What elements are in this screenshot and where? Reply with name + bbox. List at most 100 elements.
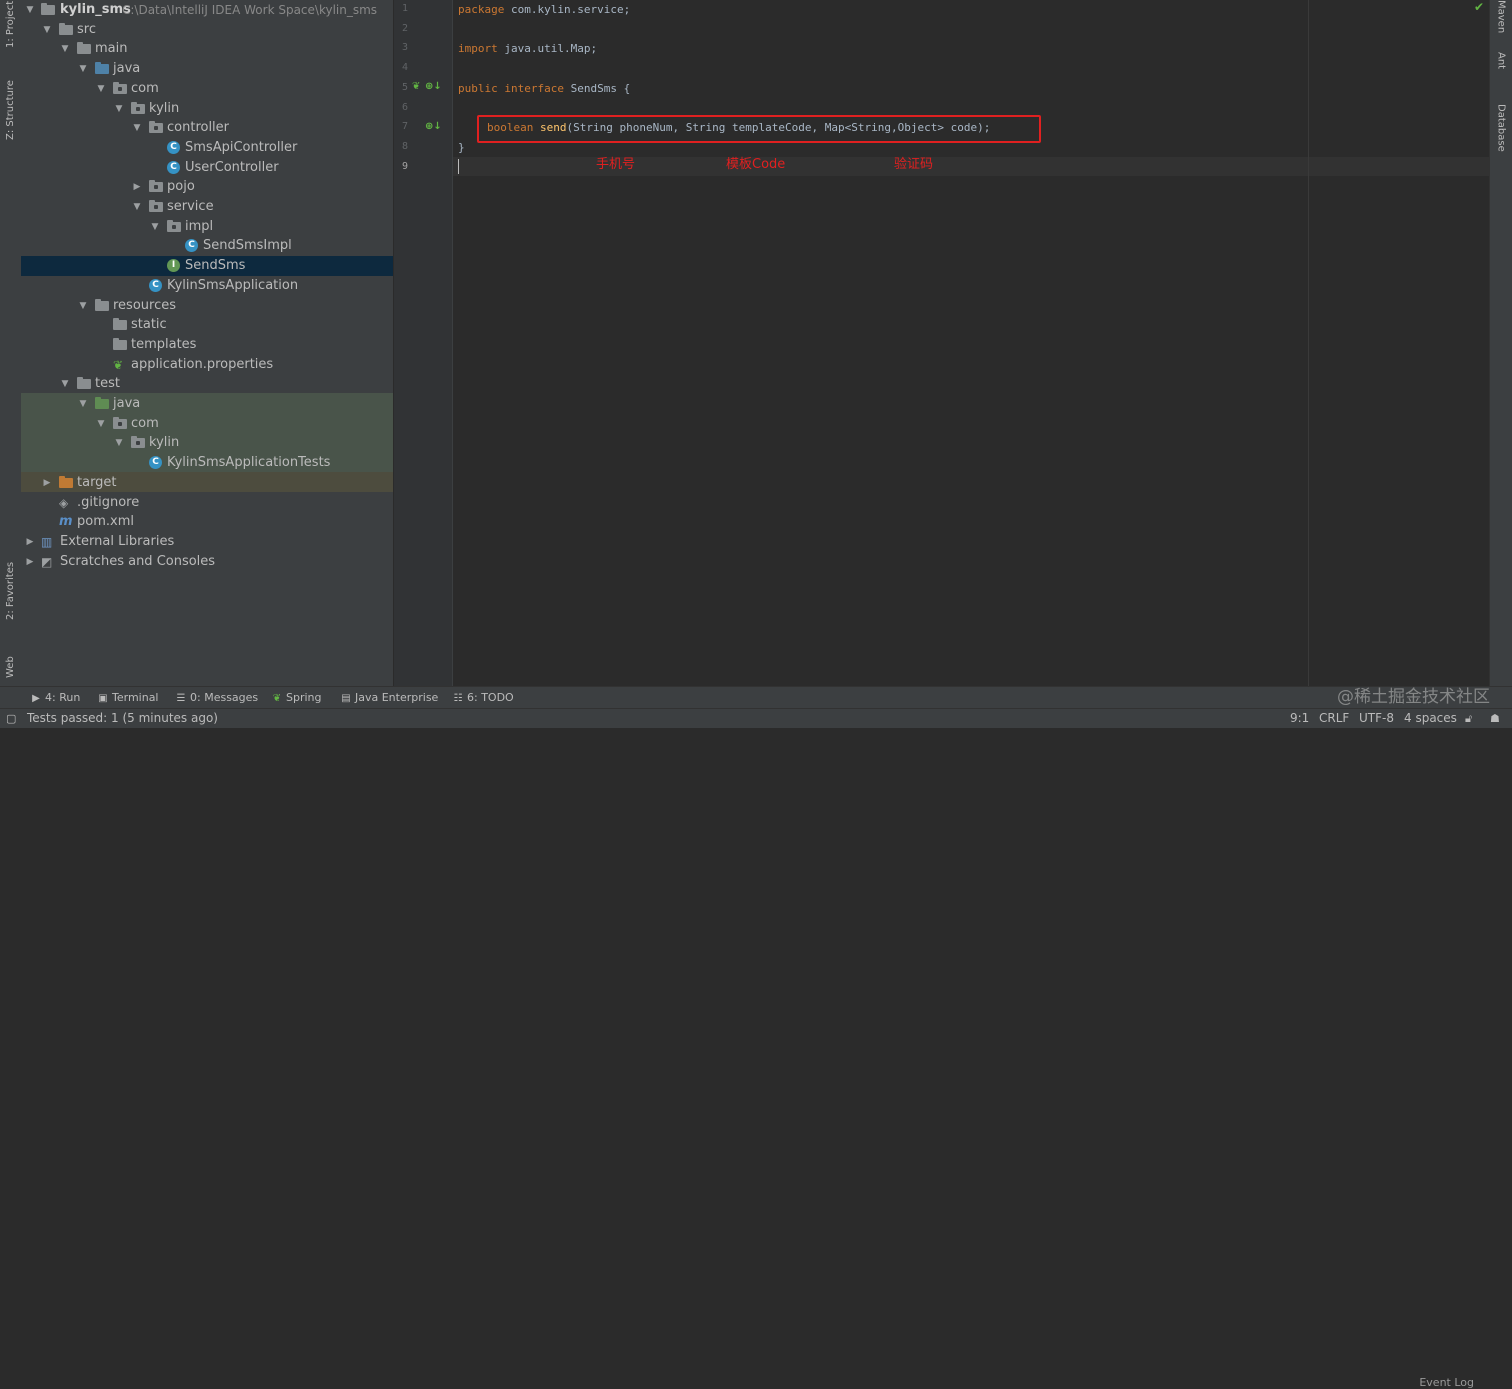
left-tool-strip: 1: Project Z: Structure 2: Favorites Web — [0, 0, 22, 686]
tree-item-src[interactable]: ▼ src — [21, 20, 393, 40]
expand-arrow-icon[interactable]: ▶ — [41, 473, 53, 493]
tree-item-static[interactable]: static — [21, 315, 393, 335]
tree-item-service[interactable]: ▼ service — [21, 197, 393, 217]
code-text: com.kylin.service; — [504, 3, 631, 16]
database-tab-label: Database — [1495, 104, 1507, 152]
tree-item-main[interactable]: ▼ main — [21, 39, 393, 59]
tree-item-usercontroller[interactable]: C UserController — [21, 158, 393, 178]
tab-messages[interactable]: ☰ 0: Messages — [175, 687, 259, 709]
tree-item-kylin[interactable]: ▼ kylin — [21, 99, 393, 119]
collapse-arrow-icon[interactable]: ▼ — [41, 20, 53, 40]
tree-item-kylinsmsapplicationtests[interactable]: C KylinSmsApplicationTests — [21, 453, 393, 473]
inspector-icon[interactable]: ☗ — [1490, 709, 1500, 728]
tree-item-target[interactable]: ▶ target — [21, 473, 393, 493]
tree-item-test-kylin[interactable]: ▼ kylin — [21, 433, 393, 453]
tree-item-templates[interactable]: templates — [21, 335, 393, 355]
implemented-icon[interactable]: ⊕↓ — [425, 121, 442, 132]
collapse-arrow-icon[interactable]: ▼ — [77, 59, 89, 79]
tree-item-label: static — [131, 317, 167, 333]
tree-item-test-com[interactable]: ▼ com — [21, 414, 393, 434]
inspection-ok-icon[interactable]: ✔ — [1474, 0, 1484, 14]
tree-item-label: com — [131, 415, 159, 431]
tab-label: Terminal — [112, 691, 159, 704]
collapse-arrow-icon[interactable]: ▼ — [131, 197, 143, 217]
tree-item-scratches[interactable]: ▶ ◩ Scratches and Consoles — [21, 552, 393, 572]
watermark: @稀土掘金技术社区 — [1337, 687, 1490, 707]
tree-item-pojo[interactable]: ▶ pojo — [21, 177, 393, 197]
line-number: 7 — [401, 121, 408, 133]
tree-root[interactable]: ▼ kylin_sms C:\Data\IntelliJ IDEA Work S… — [21, 0, 393, 20]
tree-item-label: SendSms — [185, 258, 246, 274]
tree-item-smsapicontroller[interactable]: C SmsApiController — [21, 138, 393, 158]
code-line-1: package com.kylin.service; — [458, 0, 630, 19]
collapse-arrow-icon[interactable]: ▼ — [77, 296, 89, 316]
indent-setting[interactable]: 4 spaces — [1404, 709, 1457, 728]
tab-database[interactable]: Database — [1490, 104, 1512, 170]
tab-web[interactable]: Web — [0, 630, 21, 678]
folder-icon — [77, 377, 91, 391]
line-number: 8 — [401, 140, 408, 152]
tree-item-label: controller — [167, 120, 230, 136]
tree-item-pom[interactable]: m pom.xml — [21, 512, 393, 532]
collapse-arrow-icon[interactable]: ▼ — [149, 217, 161, 237]
collapse-arrow-icon[interactable]: ▼ — [95, 414, 107, 434]
tree-item-resources[interactable]: ▼ resources — [21, 296, 393, 316]
collapse-arrow-icon[interactable]: ▼ — [113, 433, 125, 453]
status-message[interactable]: Tests passed: 1 (5 minutes ago) — [27, 709, 218, 728]
tab-structure[interactable]: Z: Structure — [0, 62, 21, 140]
code-editor[interactable]: package com.kylin.service; import java.u… — [453, 0, 1489, 686]
lock-icon[interactable]: 🔓︎ — [1465, 709, 1472, 728]
expand-arrow-icon[interactable]: ▶ — [24, 532, 36, 552]
tree-item-java[interactable]: ▼ java — [21, 59, 393, 79]
tree-item-impl[interactable]: ▼ impl — [21, 217, 393, 237]
tree-item-external-libraries[interactable]: ▶ ▥ External Libraries — [21, 532, 393, 552]
event-log-button[interactable]: Event Log — [1419, 1376, 1474, 1389]
expand-arrow-icon[interactable]: ▶ — [24, 552, 36, 572]
tab-ant[interactable]: Ant — [1490, 52, 1512, 88]
line-number: 1 — [401, 3, 408, 14]
scratches-icon: ◩ — [41, 554, 53, 569]
bean-icon[interactable]: ❦ — [412, 81, 420, 92]
tab-java-enterprise[interactable]: ▤ Java Enterprise — [340, 687, 438, 709]
tab-terminal[interactable]: ▣ Terminal — [97, 687, 159, 709]
tab-favorites[interactable]: 2: Favorites — [0, 540, 21, 620]
tab-spring[interactable]: ❦ Spring — [271, 687, 322, 709]
expand-arrow-icon[interactable]: ▶ — [131, 177, 143, 197]
tab-run[interactable]: ▶ 4: Run — [30, 687, 80, 709]
package-icon — [113, 81, 127, 96]
tab-todo[interactable]: ☷ 6: TODO — [452, 687, 514, 709]
tab-label: Java Enterprise — [355, 691, 439, 704]
tree-item-label: service — [167, 199, 214, 214]
file-encoding[interactable]: UTF-8 — [1359, 709, 1394, 728]
tree-item-gitignore[interactable]: ◈ .gitignore — [21, 493, 393, 513]
collapse-arrow-icon[interactable]: ▼ — [113, 99, 125, 119]
tree-item-application-properties[interactable]: ❦ application.properties — [21, 355, 393, 375]
collapse-arrow-icon[interactable]: ▼ — [59, 39, 71, 59]
terminal-icon: ▣ — [98, 693, 108, 704]
tree-item-sendsmsimpl[interactable]: C SendSmsImpl — [21, 236, 393, 256]
tree-item-test[interactable]: ▼ test — [21, 374, 393, 394]
tree-item-label: resources — [113, 297, 177, 313]
collapse-arrow-icon[interactable]: ▼ — [95, 79, 107, 99]
implemented-icon[interactable]: ⊕↓ — [425, 81, 442, 92]
collapse-arrow-icon[interactable]: ▼ — [59, 374, 71, 394]
collapse-arrow-icon[interactable]: ▼ — [131, 118, 143, 138]
tree-item-test-java[interactable]: ▼ java — [21, 394, 393, 414]
project-tab-label: 1: Project — [5, 0, 16, 48]
tree-item-label: application.properties — [131, 356, 274, 372]
collapse-arrow-icon[interactable]: ▼ — [24, 0, 36, 20]
caret-position[interactable]: 9:1 — [1290, 709, 1309, 728]
tab-project[interactable]: 1: Project — [0, 0, 21, 48]
tree-item-com[interactable]: ▼ com — [21, 79, 393, 99]
tree-item-label: kylin — [149, 435, 180, 451]
status-toggle-icon[interactable]: ▢ — [6, 709, 16, 728]
tree-item-sendsms[interactable]: I SendSms — [21, 256, 393, 277]
tab-maven[interactable]: Maven — [1490, 0, 1512, 34]
run-icon: ▶ — [32, 693, 40, 704]
collapse-arrow-icon[interactable]: ▼ — [77, 394, 89, 414]
tree-item-controller[interactable]: ▼ controller — [21, 118, 393, 138]
line-separator[interactable]: CRLF — [1319, 709, 1349, 728]
bottom-tool-tabs: ▶ 4: Run ▣ Terminal ☰ 0: Messages ❦ Spring ▤… — [0, 686, 1512, 1389]
properties-file-icon: ❦ — [113, 357, 124, 372]
tree-item-kylinsmsapplication[interactable]: C KylinSmsApplication — [21, 276, 393, 296]
